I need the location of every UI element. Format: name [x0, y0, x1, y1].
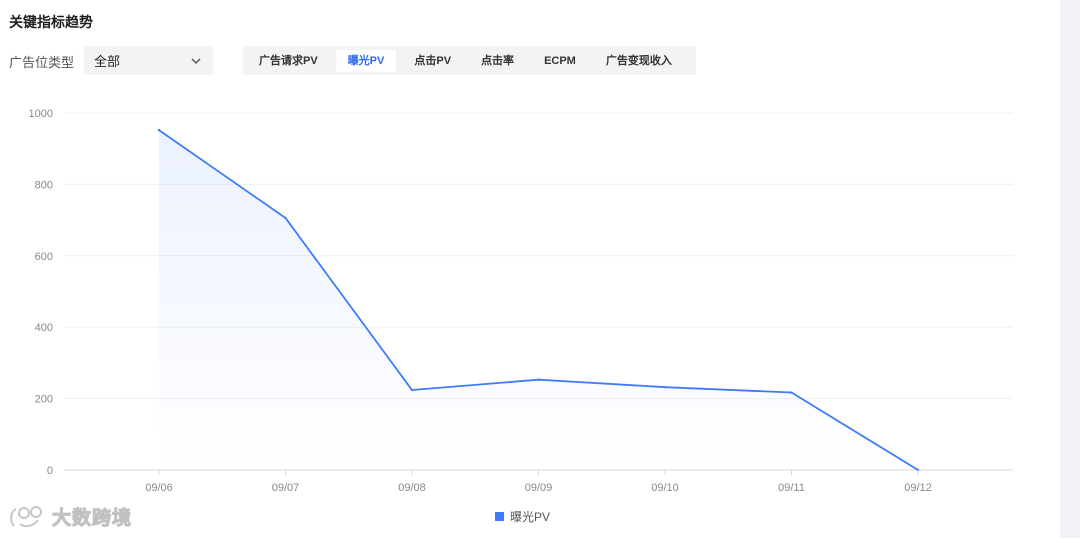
watermark-text: 大数跨境 [51, 508, 133, 530]
trend-chart: 0 200 400 600 800 1000 09/06 09/07 09/08 09/09 09… [0, 0, 1080, 538]
x-tick-label: 09/09 [525, 482, 553, 494]
x-tick-label: 09/10 [651, 482, 679, 494]
x-tick-label: 09/12 [904, 482, 932, 494]
y-tick-label: 0 [47, 465, 53, 477]
data-point [663, 385, 667, 389]
data-point [284, 216, 287, 220]
trend-chart-svg: 0 200 400 600 800 1000 09/06 09/07 09/08 09/09 09… [29, 108, 1013, 494]
y-tick-label: 800 [35, 179, 53, 191]
data-point [157, 128, 161, 132]
x-tick-label: 09/06 [145, 482, 173, 494]
watermark-logo-icon [10, 505, 42, 527]
y-tick-label: 200 [35, 394, 53, 406]
y-tick-label: 1000 [29, 108, 53, 120]
y-tick-label: 400 [35, 322, 53, 334]
chart-legend[interactable]: 曝光PV [495, 508, 550, 525]
watermark: 大数跨境 [8, 503, 132, 530]
y-tick-label: 600 [35, 251, 53, 263]
legend-label: 曝光PV [510, 510, 551, 524]
data-point [410, 388, 414, 392]
data-point [790, 391, 793, 394]
legend-swatch [495, 512, 504, 521]
series-area [159, 130, 918, 471]
x-tick-label: 09/07 [272, 482, 300, 494]
x-tick-label: 09/11 [778, 482, 805, 494]
x-tick-label: 09/08 [398, 482, 426, 494]
data-point [537, 378, 540, 381]
